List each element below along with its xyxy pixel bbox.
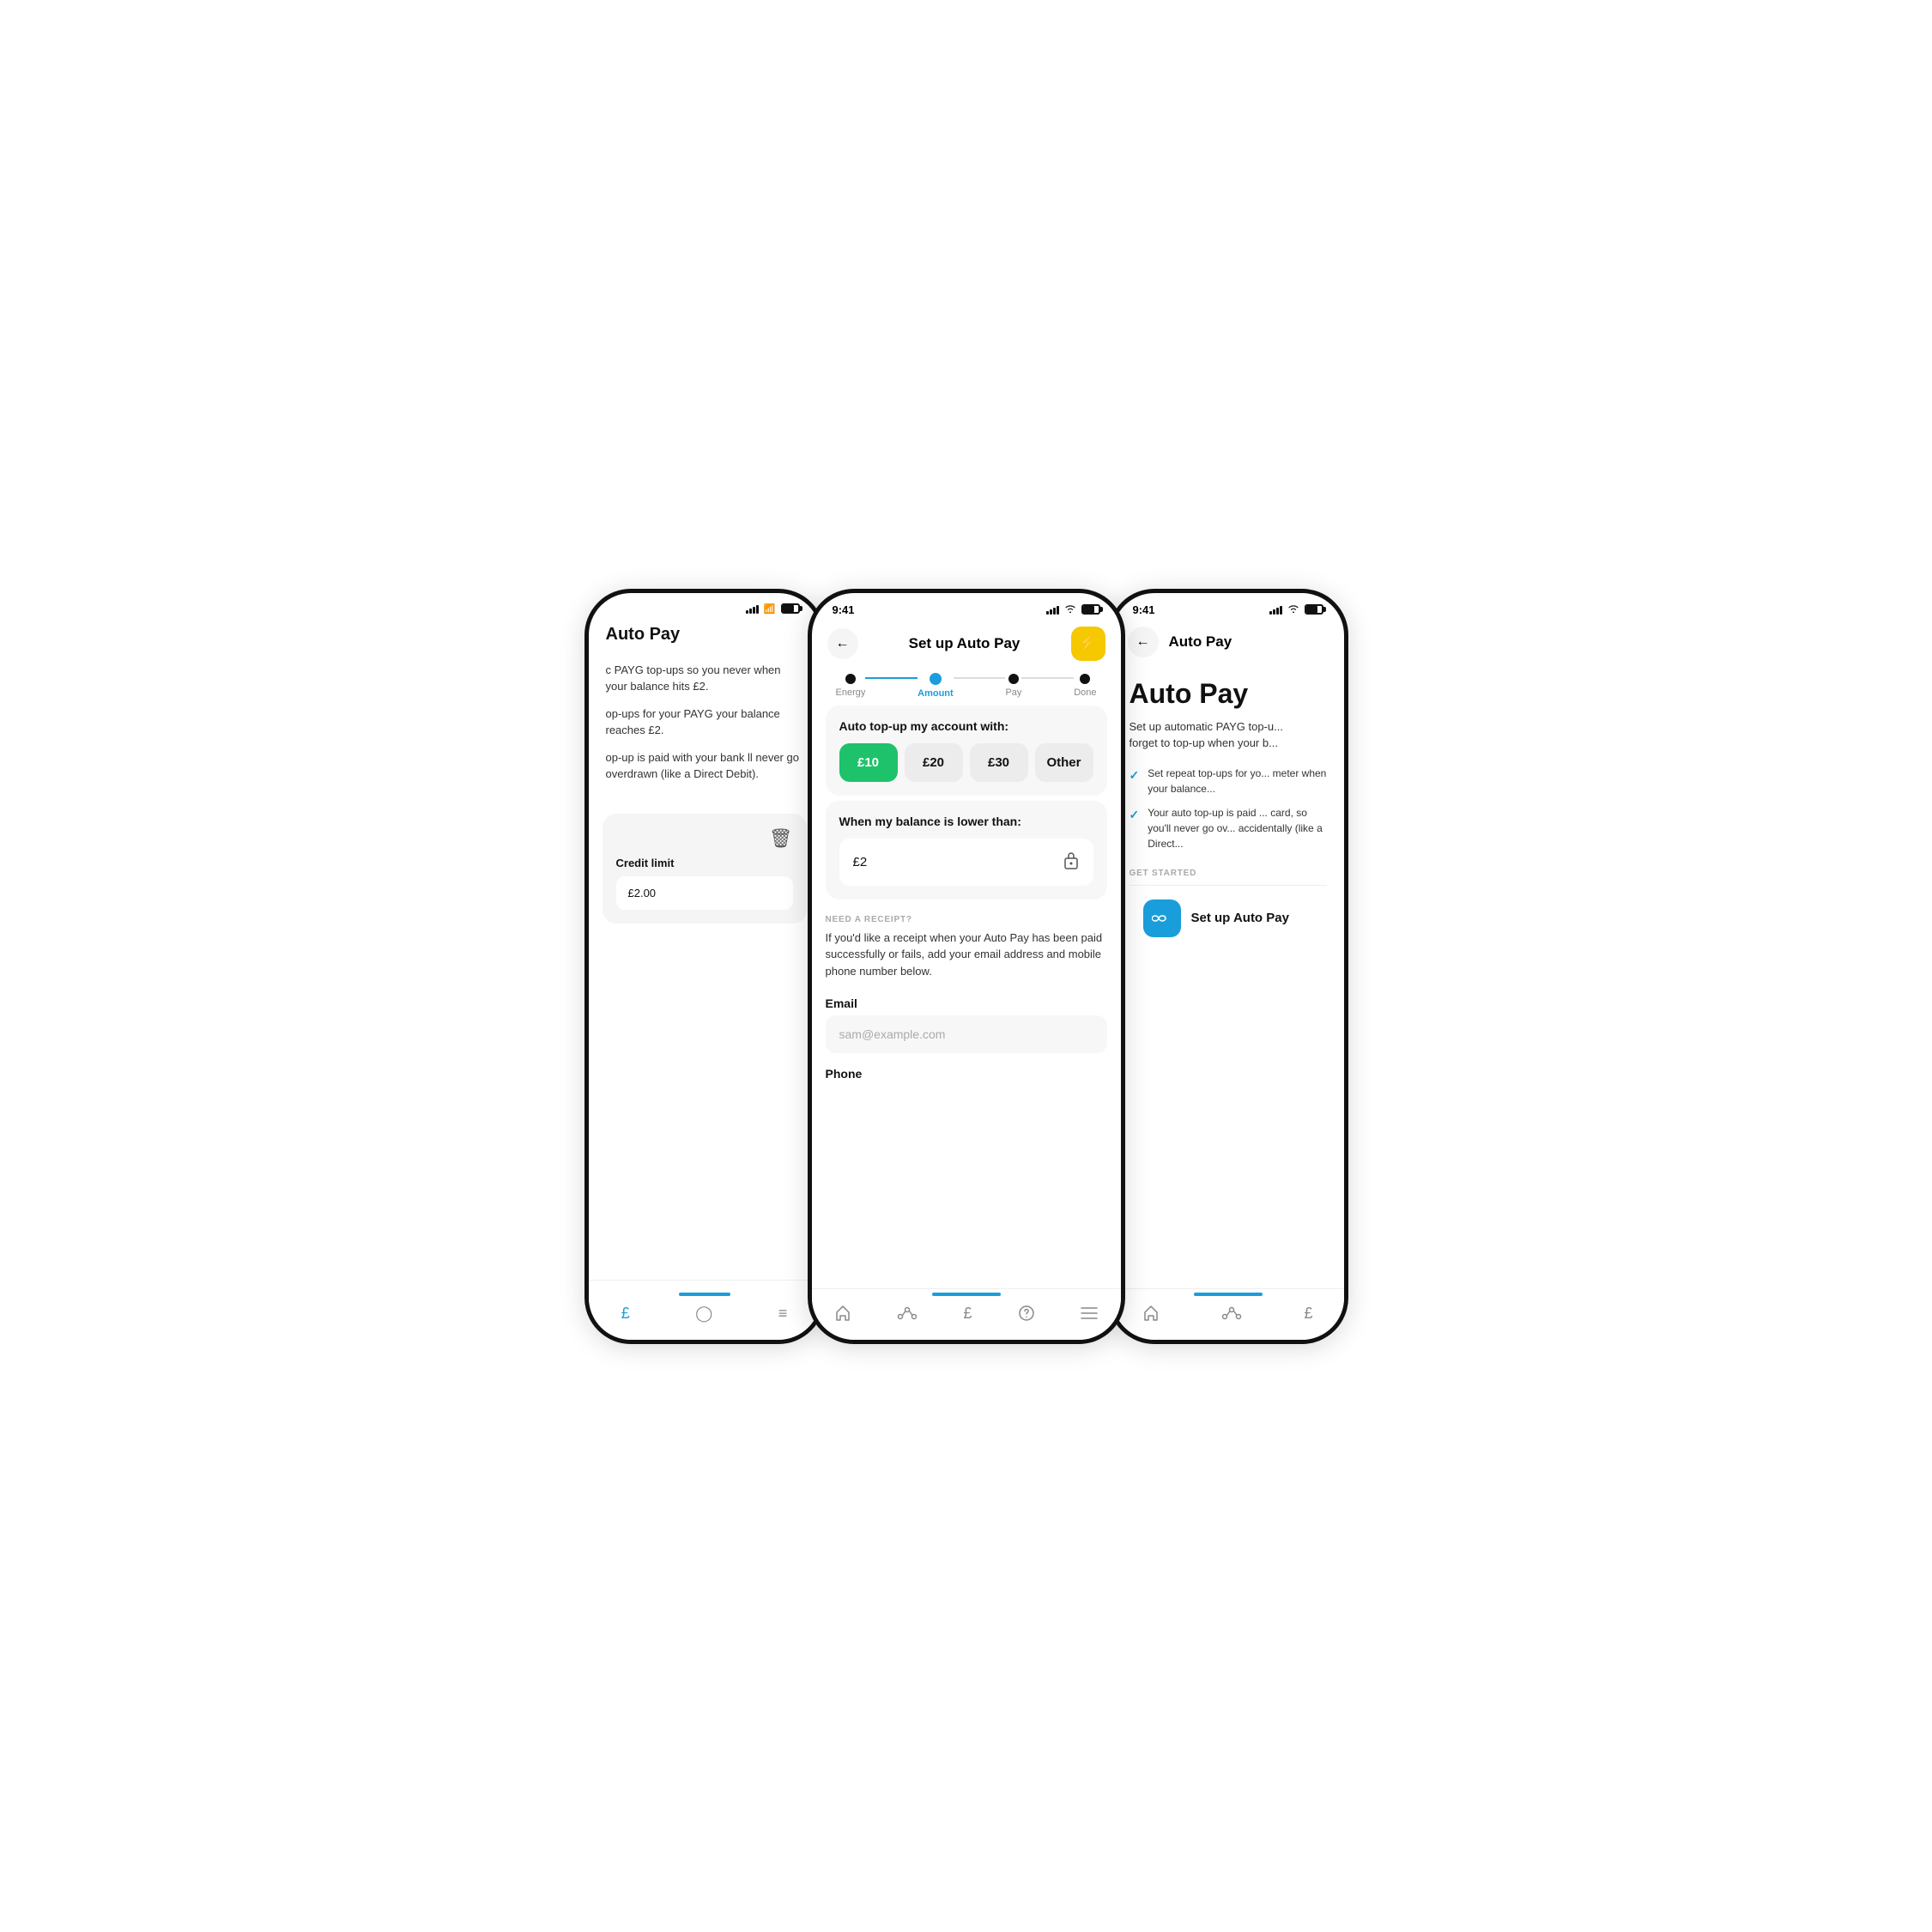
step-line-3: [1021, 677, 1074, 679]
wifi-icon-right: [1287, 604, 1299, 615]
action-button-center[interactable]: ⚡: [1071, 627, 1105, 661]
step-label-amount: Amount: [918, 688, 954, 699]
bottom-indicator-right: [1194, 1293, 1263, 1296]
phone-left: 📶 Auto Pay c PAYG top-ups so you never w…: [584, 589, 825, 1344]
bottom-nav-right: £: [1112, 1288, 1344, 1340]
receipt-text: If you'd like a receipt when your Auto P…: [826, 930, 1107, 980]
wifi-icon-left: 📶: [764, 603, 776, 615]
step-dot-energy: [845, 674, 856, 684]
bullet-item-1: ✓ Set repeat top-ups for yo... meter whe…: [1130, 766, 1327, 796]
left-body-text-2: op-ups for your PAYG your balance reache…: [606, 706, 803, 739]
email-label: Email: [826, 996, 1107, 1010]
setup-btn-label: Set up Auto Pay: [1191, 911, 1289, 925]
setup-autopay-button[interactable]: Set up Auto Pay: [1130, 887, 1327, 949]
step-label-pay: Pay: [1005, 687, 1021, 698]
status-bar-left: 📶: [589, 593, 821, 618]
credit-limit-label: Credit limit: [616, 857, 793, 869]
step-label-energy: Energy: [836, 687, 866, 698]
email-input[interactable]: sam@example.com: [826, 1015, 1107, 1053]
status-time-center: 9:41: [833, 603, 855, 616]
nav-item-usage-right[interactable]: [1213, 1303, 1251, 1323]
back-button-center[interactable]: ←: [827, 628, 858, 659]
left-body-text-1: c PAYG top-ups so you never when your ba…: [606, 662, 803, 695]
nav-item-help-left[interactable]: ◯: [687, 1301, 721, 1326]
nav-item-help-center[interactable]: [1009, 1301, 1044, 1325]
left-body-text-3: op-up is paid with your bank ll never go…: [606, 749, 803, 783]
topup-card: Auto top-up my account with: £10 £20 £30…: [826, 706, 1107, 796]
credit-limit-value: £2.00: [616, 876, 793, 910]
step-line-1: [865, 677, 918, 679]
nav-item-home-right[interactable]: [1134, 1301, 1168, 1325]
status-icons-left: 📶: [746, 603, 800, 615]
amount-btn-30[interactable]: £30: [970, 743, 1028, 782]
phone-section: Phone: [812, 1060, 1121, 1093]
topup-title: Auto top-up my account with:: [839, 719, 1093, 733]
balance-value: £2: [853, 855, 868, 869]
nav-title-center: Set up Auto Pay: [858, 635, 1071, 652]
nav-item-home-center[interactable]: [826, 1301, 860, 1325]
bottom-nav-left: £ ◯ ≡: [589, 1301, 821, 1326]
amount-btn-other[interactable]: Other: [1035, 743, 1093, 782]
infinity-icon: [1143, 899, 1181, 937]
amount-btn-20[interactable]: £20: [905, 743, 963, 782]
signal-icon-center: [1046, 604, 1059, 615]
back-button-right[interactable]: ←: [1128, 627, 1159, 657]
phone-center: 9:41: [808, 589, 1125, 1344]
email-section: Email sam@example.com: [812, 990, 1121, 1060]
status-icons-right: [1269, 604, 1323, 615]
nav-title-right: Auto Pay: [1159, 633, 1232, 651]
nav-item-usage-center[interactable]: [888, 1303, 926, 1323]
autopay-main-title: Auto Pay: [1130, 678, 1327, 710]
feature-list: ✓ Set repeat top-ups for yo... meter whe…: [1130, 766, 1327, 851]
status-time-right: 9:41: [1133, 603, 1155, 616]
bullet-text-1: Set repeat top-ups for yo... meter when …: [1148, 766, 1326, 796]
step-line-2: [954, 677, 1006, 679]
battery-icon-right: [1305, 604, 1323, 615]
nav-header-right: ← Auto Pay: [1112, 620, 1344, 664]
trash-icon[interactable]: 🗑: [616, 827, 793, 850]
balance-title: When my balance is lower than:: [839, 815, 1093, 828]
battery-icon-center: [1081, 604, 1100, 615]
nav-item-menu-left[interactable]: ≡: [770, 1301, 796, 1326]
lock-icon: [1063, 851, 1080, 874]
nav-header-center: ← Set up Auto Pay ⚡: [812, 620, 1121, 668]
balance-card: When my balance is lower than: £2: [826, 801, 1107, 899]
signal-icon-left: [746, 603, 759, 614]
amount-btn-10[interactable]: £10: [839, 743, 898, 782]
bottom-indicator-center: [932, 1293, 1001, 1296]
signal-icon-right: [1269, 604, 1282, 615]
lightning-icon: ⚡: [1078, 634, 1097, 652]
balance-field: £2: [839, 839, 1093, 886]
phone-right: 9:41: [1108, 589, 1348, 1344]
progress-steps: Energy Amount Pay Done: [812, 668, 1121, 700]
wifi-icon-center: [1064, 604, 1076, 615]
phone-label: Phone: [826, 1067, 1107, 1081]
bullet-item-2: ✓ Your auto top-up is paid ... card, so …: [1130, 805, 1327, 851]
bullet-text-2: Your auto top-up is paid ... card, so yo…: [1148, 805, 1326, 851]
battery-icon-left: [781, 603, 800, 614]
left-page-title: Auto Pay: [606, 625, 803, 645]
check-icon-2: ✓: [1130, 806, 1140, 851]
bottom-nav-center: £: [812, 1288, 1121, 1340]
nav-item-pound-right[interactable]: £: [1295, 1301, 1321, 1326]
amount-grid: £10 £20 £30 Other: [839, 743, 1093, 782]
nav-item-menu-center[interactable]: [1072, 1304, 1106, 1323]
status-bar-right: 9:41: [1112, 593, 1344, 620]
step-dot-amount: [930, 673, 942, 685]
receipt-section: NEED A RECEIPT? If you'd like a receipt …: [812, 905, 1121, 990]
credit-limit-card: 🗑 Credit limit £2.00: [603, 814, 807, 924]
receipt-label: NEED A RECEIPT?: [826, 915, 1107, 924]
status-bar-center: 9:41: [812, 593, 1121, 620]
step-dot-done: [1080, 674, 1090, 684]
nav-item-pound-left[interactable]: £: [613, 1301, 639, 1326]
divider-right: [1130, 885, 1327, 886]
step-dot-pay: [1008, 674, 1019, 684]
status-icons-center: [1046, 604, 1100, 615]
autopay-desc: Set up automatic PAYG top-u...forget to …: [1130, 718, 1327, 752]
nav-item-pound-center[interactable]: £: [954, 1301, 980, 1326]
get-started-label: GET STARTED: [1130, 869, 1327, 878]
check-icon-1: ✓: [1130, 766, 1140, 796]
step-label-done: Done: [1074, 687, 1096, 698]
